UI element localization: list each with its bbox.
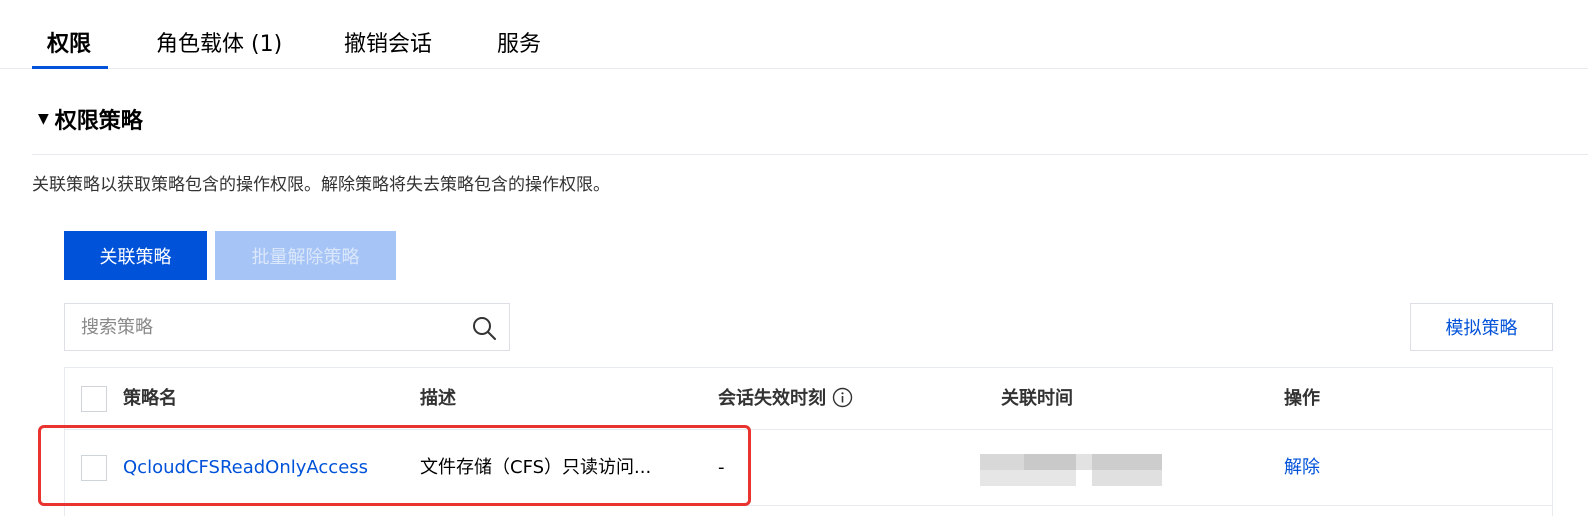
section-title: 权限策略 <box>54 109 143 134</box>
column-header-policy-name: 策略名 <box>123 388 177 409</box>
column-header-description: 描述 <box>420 388 456 409</box>
search-icon[interactable] <box>471 315 497 341</box>
active-tab-indicator <box>32 66 108 69</box>
batch-detach-policy-button: 批量解除策略 <box>215 231 396 280</box>
tab-services[interactable]: 服务 <box>497 30 541 60</box>
caret-down-icon: ▼ <box>38 111 49 127</box>
tab-role-carriers[interactable]: 角色载体 (1) <box>156 30 282 60</box>
select-all-checkbox[interactable] <box>81 386 107 412</box>
permission-policy-section-header[interactable]: ▼ 权限策略 <box>38 106 143 138</box>
row-checkbox[interactable] <box>81 455 107 481</box>
column-header-actions: 操作 <box>1284 388 1320 409</box>
column-header-session-expiry-label: 会话失效时刻 <box>718 388 826 409</box>
session-expiry-value: - <box>718 457 725 478</box>
simulate-policy-button[interactable]: 模拟策略 <box>1410 303 1553 351</box>
detach-link[interactable]: 解除 <box>1284 454 1320 482</box>
section-description: 关联策略以获取策略包含的操作权限。解除策略将失去策略包含的操作权限。 <box>32 175 610 195</box>
tab-permissions[interactable]: 权限 <box>47 30 91 60</box>
info-icon[interactable] <box>832 387 853 408</box>
attach-time-redacted <box>980 450 1162 490</box>
tab-revoke-sessions[interactable]: 撤销会话 <box>344 30 432 60</box>
policy-name-link[interactable]: QcloudCFSReadOnlyAccess <box>123 454 368 482</box>
table-row: QcloudCFSReadOnlyAccess 文件存储（CFS）只读访问...… <box>65 430 1552 506</box>
column-header-session-expiry: 会话失效时刻 <box>718 386 853 412</box>
table-header: 策略名 描述 会话失效时刻 关联时间 操作 <box>65 368 1552 430</box>
policy-table: 策略名 描述 会话失效时刻 关联时间 操作 QcloudCFSReadOnlyA… <box>64 367 1553 516</box>
column-header-attach-time: 关联时间 <box>1001 388 1073 409</box>
policy-description: 文件存储（CFS）只读访问... <box>420 457 652 478</box>
section-divider <box>32 154 1588 155</box>
attach-policy-button[interactable]: 关联策略 <box>64 231 207 280</box>
policy-search-box <box>64 303 510 351</box>
search-input[interactable] <box>65 304 465 350</box>
tab-bar: 权限 角色载体 (1) 撤销会话 服务 <box>0 0 1588 69</box>
